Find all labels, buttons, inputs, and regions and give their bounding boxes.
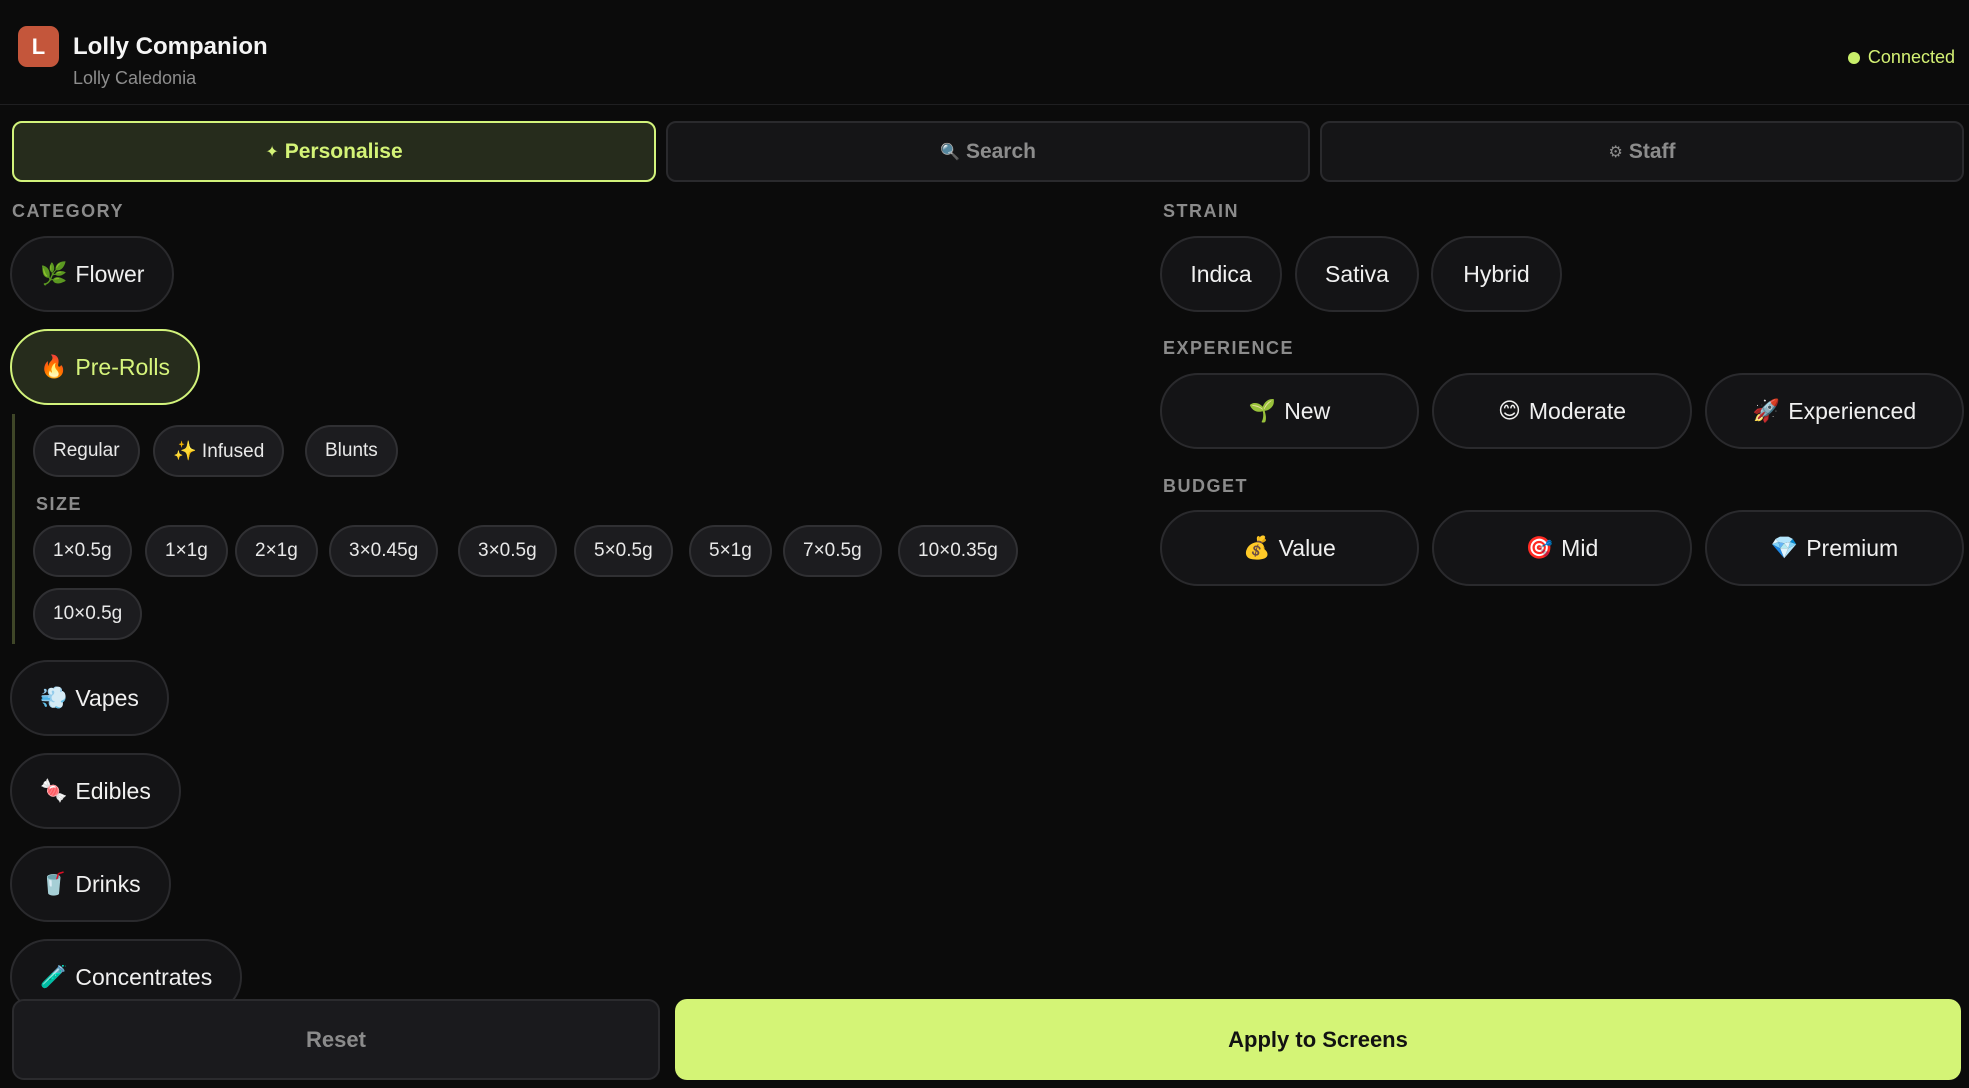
size-label: SIZE: [36, 494, 83, 514]
category-vapes[interactable]: 💨 Vapes: [10, 660, 169, 736]
strain-label: STRAIN: [1163, 201, 1239, 221]
tab-label: Search: [965, 139, 1036, 163]
gear-icon: ⚙: [1608, 143, 1623, 161]
budget-label-text: Premium: [1806, 534, 1899, 561]
subtype-regular[interactable]: Regular: [33, 425, 140, 477]
size-chip[interactable]: 3×0.45g: [329, 525, 439, 577]
tab-label: Staff: [1628, 139, 1676, 163]
subsection-rule: [12, 414, 15, 644]
category-edibles[interactable]: 🍬 Edibles: [10, 753, 181, 829]
experience-label-text: Moderate: [1528, 397, 1627, 424]
experience-label-text: Experienced: [1788, 397, 1917, 424]
strain-sativa[interactable]: Sativa: [1295, 236, 1419, 312]
category-label-text: Drinks: [75, 870, 141, 897]
candy-icon: 🍬: [40, 778, 68, 803]
money-bag-icon: 💰: [1243, 535, 1271, 560]
budget-value[interactable]: 💰 Value: [1160, 510, 1419, 586]
cup-icon: 🥤: [40, 871, 68, 896]
test-tube-icon: 🧪: [40, 964, 68, 989]
budget-label-text: Value: [1278, 534, 1336, 561]
app-title: Lolly Companion: [73, 33, 268, 60]
experience-label-text: New: [1284, 397, 1331, 424]
experience-label: EXPERIENCE: [1163, 338, 1295, 358]
experience-new[interactable]: 🌱 New: [1160, 373, 1419, 449]
apply-to-screens-button[interactable]: Apply to Screens: [675, 999, 1961, 1080]
vapour-icon: 💨: [40, 685, 68, 710]
strain-indica[interactable]: Indica: [1160, 236, 1282, 312]
size-chip[interactable]: 5×0.5g: [574, 525, 673, 577]
gem-icon: 💎: [1770, 535, 1799, 560]
size-chip[interactable]: 5×1g: [689, 525, 772, 577]
category-label-text: Flower: [75, 260, 145, 287]
smile-icon: 😊: [1497, 398, 1521, 423]
target-icon: 🎯: [1525, 535, 1554, 560]
tab-staff[interactable]: ⚙ Staff: [1320, 121, 1964, 182]
budget-label: BUDGET: [1163, 476, 1248, 496]
seedling-icon: 🌱: [1248, 398, 1277, 423]
size-chip[interactable]: 1×0.5g: [33, 525, 132, 577]
search-icon: 🔍: [940, 143, 960, 161]
size-chip[interactable]: 3×0.5g: [458, 525, 557, 577]
subtype-blunts[interactable]: Blunts: [305, 425, 398, 477]
category-drinks[interactable]: 🥤 Drinks: [10, 846, 171, 922]
herb-icon: 🌿: [40, 261, 68, 286]
reset-button[interactable]: Reset: [12, 999, 660, 1080]
subtype-infused[interactable]: ✨ Infused: [153, 425, 285, 477]
category-label-text: Edibles: [75, 777, 151, 804]
budget-label-text: Mid: [1561, 534, 1599, 561]
category-label-text: Concentrates: [75, 963, 213, 990]
size-chip[interactable]: 10×0.5g: [33, 588, 143, 640]
category-label: CATEGORY: [12, 201, 125, 221]
size-chip[interactable]: 2×1g: [235, 525, 318, 577]
status-dot-icon: [1847, 51, 1860, 64]
connection-status: Connected: [1847, 47, 1955, 68]
tab-bar: ✦ Personalise 🔍 Search ⚙ Staff: [12, 121, 1964, 182]
app-header: L Lolly Companion Lolly Caledonia Connec…: [0, 0, 1969, 105]
category-label-text: Pre-Rolls: [75, 353, 170, 380]
category-label-text: Vapes: [75, 684, 139, 711]
budget-premium[interactable]: 💎 Premium: [1705, 510, 1964, 586]
size-chip[interactable]: 7×0.5g: [783, 525, 882, 577]
tab-label: Personalise: [284, 139, 403, 163]
tab-personalise[interactable]: ✦ Personalise: [12, 121, 656, 182]
tab-search[interactable]: 🔍 Search: [666, 121, 1310, 182]
sparkle-icon: ✦: [265, 143, 279, 161]
size-chip[interactable]: 1×1g: [145, 525, 228, 577]
experience-moderate[interactable]: 😊 Moderate: [1432, 373, 1692, 449]
app-logo: L: [18, 26, 59, 67]
category-flower[interactable]: 🌿 Flower: [10, 236, 175, 312]
connection-status-label: Connected: [1867, 47, 1955, 67]
budget-mid[interactable]: 🎯 Mid: [1432, 510, 1692, 586]
size-chip[interactable]: 10×0.35g: [898, 525, 1018, 577]
experience-experienced[interactable]: 🚀 Experienced: [1705, 373, 1964, 449]
category-pre-rolls[interactable]: 🔥 Pre-Rolls: [10, 329, 200, 405]
store-name: Lolly Caledonia: [73, 68, 197, 88]
strain-hybrid[interactable]: Hybrid: [1431, 236, 1562, 312]
rocket-icon: 🚀: [1752, 398, 1781, 423]
fire-icon: 🔥: [40, 354, 68, 379]
